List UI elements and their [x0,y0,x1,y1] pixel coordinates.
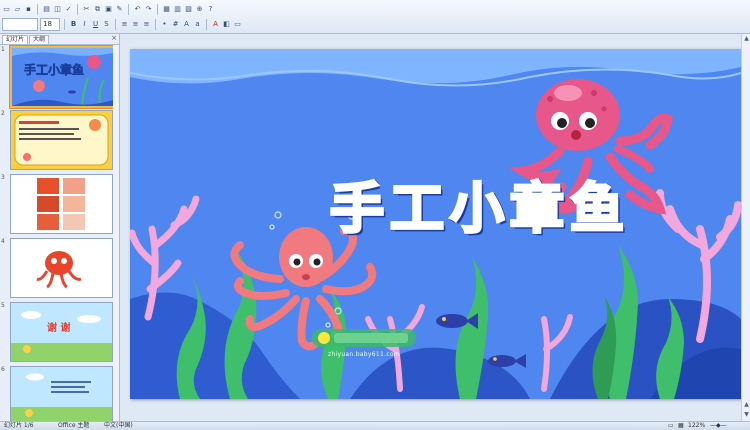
slide-thumbnail-row: 6 [0,366,119,426]
scroll-up-icon[interactable]: ▲ [743,35,750,43]
new-icon[interactable]: ▭ [2,4,11,14]
save-icon[interactable]: ▪ [24,4,33,14]
format-painter-icon[interactable]: ✎ [115,4,124,14]
new-slide-icon[interactable]: ▭ [233,19,242,29]
preview-icon[interactable]: ◫ [53,4,62,14]
slide-number: 5 [1,302,5,309]
slide-number: 3 [1,174,5,181]
increase-font-icon[interactable]: A [182,19,191,29]
watermark-site-text: zhiyuan.baby611.com [327,351,401,358]
print-icon[interactable]: ▤ [42,4,51,14]
thumbnail-6-preview [11,367,112,425]
toolbar-separator [37,3,38,15]
design-icon[interactable]: ◧ [222,19,231,29]
redo-icon[interactable]: ↷ [144,4,153,14]
slide-thumbnail-row: 2 [0,110,119,170]
close-icon[interactable]: × [111,34,117,42]
thumbnail-3-preview [11,175,112,233]
open-icon[interactable]: ▱ [13,4,22,14]
toolbar-separator [77,3,78,15]
help-icon[interactable]: ? [206,4,215,14]
slide-title[interactable]: 手工小章鱼 [329,169,660,249]
font-size-combo[interactable]: 18 [40,17,60,31]
zoom-icon[interactable]: ⊕ [195,4,204,14]
slide-thumbnail-row: 5 谢 谢 [0,302,119,362]
toolbar-row-formatting: 18 B I U S ≡ ≡ ≡ • # A a A ◧ ▭ [2,17,242,31]
slide-thumbnail-row: 4 [0,238,119,298]
slide-number: 6 [1,366,5,373]
font-name-combo[interactable] [2,17,38,31]
slide-thumbnail-row: 3 [0,174,119,234]
bold-icon[interactable]: B [69,19,78,29]
toolbar-separator [128,3,129,15]
tab-slides[interactable]: 幻灯片 [2,35,29,44]
thumbnail-2-preview [11,111,112,169]
picture-icon[interactable]: ▧ [184,4,193,14]
shadow-icon[interactable]: S [102,19,111,29]
tab-outline[interactable]: 大纲 [29,35,50,44]
watermark-logo [312,329,416,347]
thumbnail-1-title: 手工小章鱼 [24,62,84,77]
slide-thumbnail-5[interactable]: 谢 谢 [10,302,113,362]
thumbnail-5-preview: 谢 谢 [11,303,112,361]
underline-icon[interactable]: U [91,19,100,29]
pane-tabs: 幻灯片 大纲 × [0,34,119,45]
toolbar-separator [157,3,158,15]
slide-thumbnail-row: 1 手工小章鱼 [0,46,119,108]
thumbnail-5-title: 谢 谢 [47,321,70,334]
pane-scrollbar[interactable] [113,45,119,421]
chart-icon[interactable]: ▥ [173,4,182,14]
undo-icon[interactable]: ↶ [133,4,142,14]
align-right-icon[interactable]: ≡ [142,19,151,29]
toolbar: ▭ ▱ ▪ ▤ ◫ ✓ ✂ ⧉ ▣ ✎ ↶ ↷ ▦ ▥ ▧ ⊕ ? 18 B I… [0,0,750,34]
thumbnail-1-preview: 手工小章鱼 [12,48,113,106]
toolbar-separator [115,18,116,30]
slide-number: 1 [1,46,5,53]
slide-number: 2 [1,110,5,117]
slide-thumbnail-4[interactable] [10,238,113,298]
next-slide-icon[interactable]: ▼ [743,411,750,419]
spell-icon[interactable]: ✓ [64,4,73,14]
toolbar-separator [206,18,207,30]
slide-thumbnail-3[interactable] [10,174,113,234]
slide-thumbnail-pane: 幻灯片 大纲 × 1 手工小章鱼 2 3 4 5 谢 谢 6 [0,34,120,426]
table-icon[interactable]: ▦ [162,4,171,14]
italic-icon[interactable]: I [80,19,89,29]
bullets-icon[interactable]: • [160,19,169,29]
font-color-icon[interactable]: A [211,19,220,29]
align-left-icon[interactable]: ≡ [120,19,129,29]
slide-number: 4 [1,238,5,245]
toolbar-separator [155,18,156,30]
numbering-icon[interactable]: # [171,19,180,29]
toolbar-separator [64,18,65,30]
copy-icon[interactable]: ⧉ [93,4,102,14]
toolbar-row-standard: ▭ ▱ ▪ ▤ ◫ ✓ ✂ ⧉ ▣ ✎ ↶ ↷ ▦ ▥ ▧ ⊕ ? [2,2,215,16]
thumbnail-4-preview [11,239,112,297]
slide-thumbnail-6[interactable] [10,366,113,426]
paste-icon[interactable]: ▣ [104,4,113,14]
center-icon[interactable]: ≡ [131,19,140,29]
slide-thumbnail-1[interactable]: 手工小章鱼 [10,46,115,108]
slide-thumbnail-2[interactable] [10,110,113,170]
slide-canvas[interactable]: 手工小章鱼 zhiyuan.baby611.com [130,49,741,399]
cut-icon[interactable]: ✂ [82,4,91,14]
vertical-scrollbar[interactable]: ▲ ▲ ▼ [741,34,750,421]
prev-slide-icon[interactable]: ▲ [743,401,750,409]
decrease-font-icon[interactable]: a [193,19,202,29]
